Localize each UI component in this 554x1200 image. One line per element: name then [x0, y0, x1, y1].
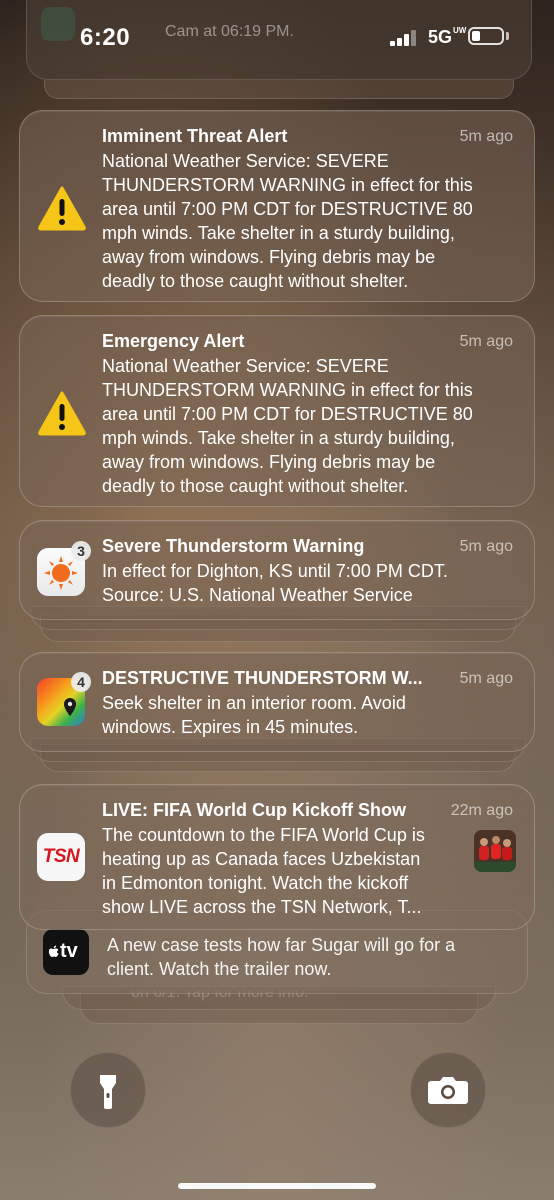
notification-body: In effect for Dighton, KS until 7:00 PM …	[102, 559, 520, 607]
notification-thumbnail-image	[474, 830, 516, 872]
body-line: deadly to those caught without shelter.	[102, 476, 409, 496]
notification-body: National Weather Service: SEVERE THUNDER…	[102, 149, 520, 293]
body-line: A new case tests how far Sugar will go f…	[107, 935, 456, 955]
tsn-logo-text: TSN	[42, 846, 80, 867]
notification-imminent-threat-alert[interactable]: Imminent Threat Alert 5m ago National We…	[19, 110, 535, 302]
appletv-app-icon: tv	[43, 929, 89, 975]
battery-icon	[468, 27, 504, 45]
soccer-players-photo	[474, 830, 516, 872]
notification-count-badge: 4	[71, 672, 91, 692]
body-line: Seek shelter in an interior room. Avoid	[102, 693, 406, 713]
clock-time: 6:20	[80, 24, 131, 51]
notification-body: The countdown to the FIFA World Cup is h…	[102, 823, 467, 919]
notification-radar-stack[interactable]: 4 DESTRUCTIVE THUNDERSTORM W... 5m ago S…	[19, 652, 535, 752]
body-line: mph winds. Take shelter in a sturdy buil…	[102, 428, 455, 448]
camera-button[interactable]	[410, 1052, 486, 1128]
notification-title: Emergency Alert	[102, 331, 245, 351]
body-line: THUNDERSTORM WARNING in effect for this	[102, 380, 473, 400]
notification-body: National Weather Service: SEVERE THUNDER…	[102, 354, 520, 498]
battery-nub	[506, 32, 509, 40]
notification-title: Severe Thunderstorm Warning	[102, 536, 365, 556]
notification-time: 5m ago	[459, 128, 513, 145]
body-line: National Weather Service: SEVERE	[102, 356, 389, 376]
body-line: heating up as Canada faces Uzbekistan	[102, 849, 421, 869]
notification-body: A new case tests how far Sugar will go f…	[107, 933, 455, 981]
body-line: In effect for Dighton, KS until 7:00 PM …	[102, 561, 448, 581]
camera-icon	[428, 1077, 468, 1104]
body-line: area until 7:00 PM CDT for DESTRUCTIVE 8…	[102, 199, 473, 219]
status-bar: Cam at 06:19 PM. 6:20 5GUW	[0, 0, 554, 99]
body-line: THUNDERSTORM WARNING in effect for this	[102, 175, 473, 195]
notification-count-badge: 3	[71, 541, 91, 561]
body-line: client. Watch the trailer now.	[107, 959, 332, 979]
flashlight-button[interactable]	[70, 1052, 146, 1128]
notification-title: LIVE: FIFA World Cup Kickoff Show	[102, 800, 406, 820]
body-line: windows. Expires in 45 minutes.	[102, 717, 359, 737]
app-icon-blurred	[41, 7, 75, 41]
home-indicator[interactable]	[178, 1183, 376, 1189]
notification-title: Imminent Threat Alert	[102, 126, 288, 146]
notification-time: 5m ago	[459, 333, 513, 350]
body-line: area until 7:00 PM CDT for DESTRUCTIVE 8…	[102, 404, 473, 424]
stub-text: Cam at 06:19 PM.	[165, 23, 294, 40]
body-line: Source: U.S. National Weather Service	[102, 585, 413, 605]
notification-body: Seek shelter in an interior room. Avoid …	[102, 691, 520, 739]
appletv-icon-text: tv	[60, 940, 78, 962]
notification-time: 5m ago	[459, 538, 513, 555]
apple-logo-icon	[48, 945, 59, 957]
notification-title: DESTRUCTIVE THUNDERSTORM W...	[102, 668, 423, 688]
body-line: National Weather Service: SEVERE	[102, 151, 389, 171]
notification-stack-stub-top-2	[44, 80, 514, 99]
warning-icon	[38, 186, 86, 231]
notification-tsn[interactable]: TSN LIVE: FIFA World Cup Kickoff Show 22…	[19, 784, 535, 930]
network-superscript: UW	[453, 26, 467, 35]
notification-emergency-alert[interactable]: Emergency Alert 5m ago National Weather …	[19, 315, 535, 507]
flashlight-icon	[100, 1075, 116, 1109]
body-line: in Edmonton tonight. Watch the kickoff	[102, 873, 409, 893]
body-line: mph winds. Take shelter in a sturdy buil…	[102, 223, 455, 243]
body-line: deadly to those caught without shelter.	[102, 271, 409, 291]
network-type: 5GUW	[428, 27, 466, 48]
body-line: The countdown to the FIFA World Cup is	[102, 825, 425, 845]
network-label: 5G	[428, 27, 453, 47]
notification-time: 22m ago	[450, 802, 513, 819]
notification-weather-stack[interactable]: 3 Severe Thunderstorm Warning 5m ago In …	[19, 520, 535, 620]
warning-icon	[38, 391, 86, 436]
body-line: away from windows. Flying debris may be	[102, 452, 436, 472]
notification-time: 5m ago	[459, 670, 513, 687]
body-line: show LIVE across the TSN Network, T...	[102, 897, 422, 917]
tsn-app-icon: TSN	[37, 833, 85, 881]
body-line: away from windows. Flying debris may be	[102, 247, 436, 267]
cellular-signal-icon	[390, 30, 420, 46]
